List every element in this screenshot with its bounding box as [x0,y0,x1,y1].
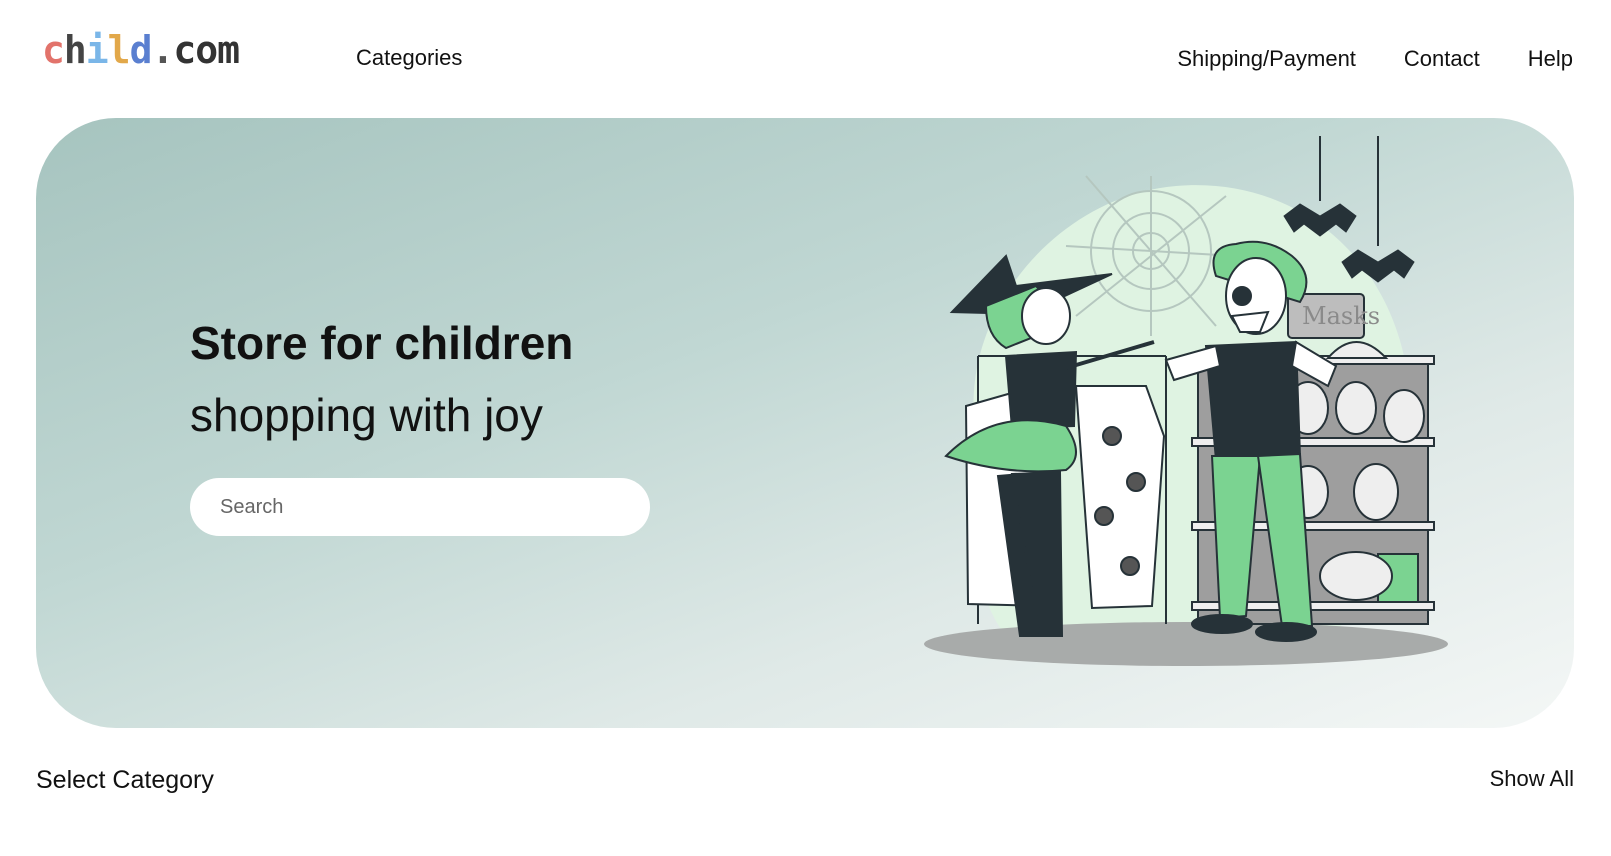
logo-letter: d [129,28,153,72]
nav-help-link[interactable]: Help [1528,46,1573,72]
nav-shipping-payment-link[interactable]: Shipping/Payment [1177,46,1356,72]
search-input[interactable] [190,478,650,536]
logo-letter: o [195,28,218,72]
main-nav: Shipping/Payment Contact Help [1177,46,1573,72]
nav-contact-link[interactable]: Contact [1404,46,1480,72]
nav-categories-link[interactable]: Categories [356,45,462,71]
logo-letter: c [42,28,65,72]
site-header: child.com Categories Shipping/Payment Co… [0,0,1611,112]
hero-banner: Store for children shopping with joy Mas… [36,118,1574,728]
select-category-heading: Select Category [36,766,214,794]
logo-letter: h [63,28,87,72]
floor-shadow [924,622,1448,666]
logo-letter: l [107,28,131,72]
hero-subtitle: shopping with joy [190,389,543,441]
shelf-sign-text: Masks [1302,302,1380,330]
halloween-shop-illustration: Masks [924,136,1448,666]
logo-letter: c [173,28,196,72]
site-logo[interactable]: child.com [42,28,240,72]
show-all-link[interactable]: Show All [1490,766,1574,792]
hero-title: Store for children [190,317,574,369]
logo-letter: . [151,28,174,72]
logo-letter: i [85,28,109,72]
logo-letter: m [217,28,240,72]
